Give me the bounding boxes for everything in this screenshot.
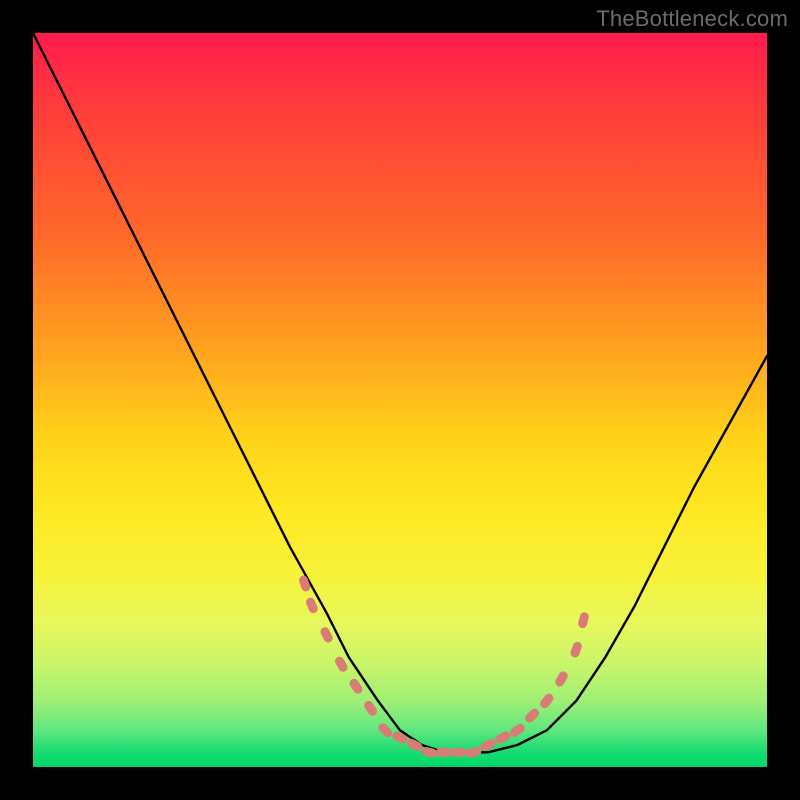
watermark-label: TheBottleneck.com (596, 6, 788, 32)
chart-frame: TheBottleneck.com (0, 0, 800, 800)
curve-line (33, 33, 767, 752)
chart-svg (33, 33, 767, 767)
plot-area (33, 33, 767, 767)
